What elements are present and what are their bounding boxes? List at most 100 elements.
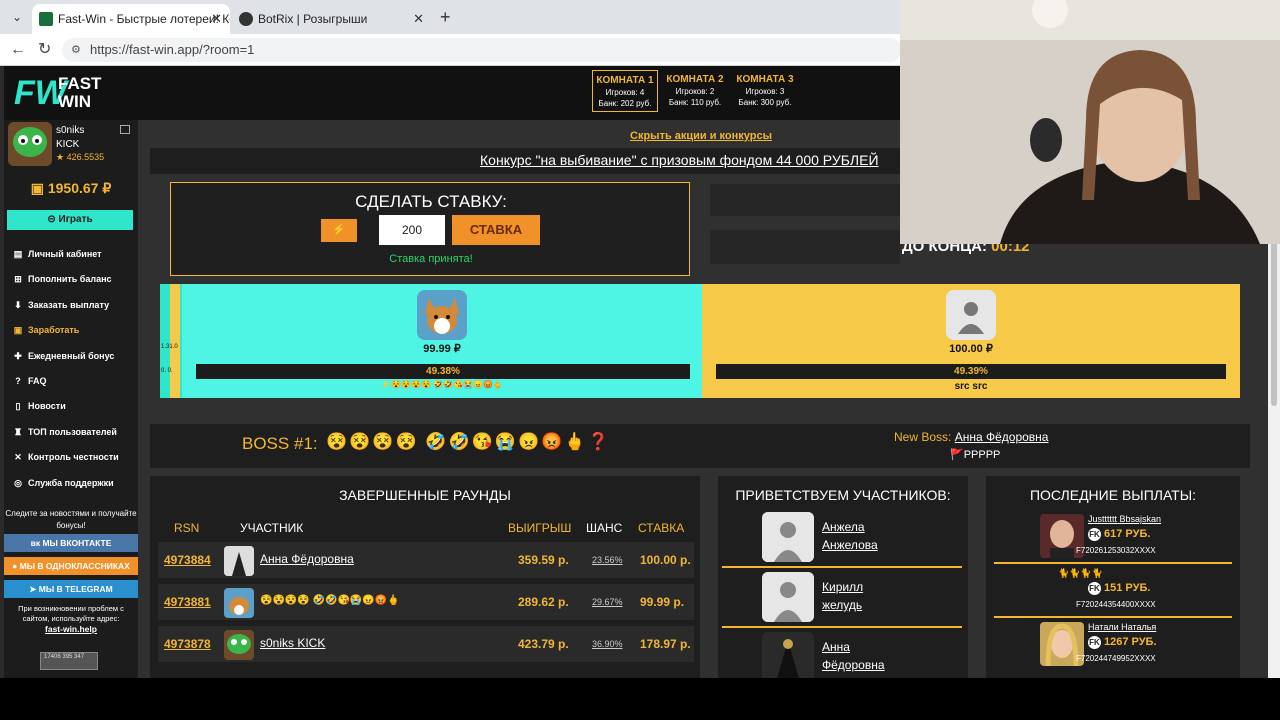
payout-icon: ⬇ (14, 299, 22, 310)
ok-button[interactable]: ● МЫ В ОДНОКЛАССНИКАХ (4, 557, 138, 575)
payout-name[interactable]: Justttttt Bbsajskan (1088, 514, 1161, 524)
corgi-avatar-image (224, 588, 254, 618)
col-rsn: RSN (174, 521, 200, 535)
site-info-icon[interactable]: ⚙ (71, 38, 81, 62)
finished-rounds-panel: ЗАВЕРШЕННЫЕ РАУНДЫ RSN УЧАСТНИК ВЫИГРЫШ … (150, 476, 700, 678)
female-avatar-image (762, 512, 814, 562)
sidebar-item-6[interactable]: ? FAQ (4, 369, 138, 394)
round-chance[interactable]: 23.56% (592, 555, 623, 565)
id-card-icon[interactable] (120, 125, 130, 134)
room-players: Игроков: 2 (675, 87, 715, 96)
support-icon: ◎ (14, 477, 22, 488)
sidebar-item-label: Контроль честности (28, 452, 119, 463)
user-name-line2: KICK (56, 139, 80, 150)
user-name[interactable]: s0niks KICK (56, 124, 84, 152)
new-boss-name[interactable]: Анна Фёдоровна (955, 430, 1049, 444)
play-label: Играть (58, 214, 93, 225)
close-tab-icon[interactable]: ✕ (211, 4, 222, 34)
welcome-user[interactable]: Анжела Анжелова (762, 512, 962, 562)
sidebar-item-4[interactable]: ▣ Заработать (4, 318, 138, 343)
divider (722, 626, 962, 628)
payouts-panel: ПОСЛЕДНИЕ ВЫПЛАТЫ: Justttttt Bbsajskan F… (986, 476, 1240, 678)
payout-name[interactable]: Натали Наталья (1088, 622, 1156, 632)
player-card[interactable]: 99.99 ₽ 49.38% ⚡😵😵😵😵 🤣🤣😘😭😠😡🖕 (182, 284, 702, 398)
table-row[interactable]: 4973884 Анна Фёдоровна 359.59 р. 23.56% … (158, 542, 694, 578)
quick-bet-button[interactable]: ⚡ (321, 219, 357, 242)
table-row[interactable]: 4973881 😵😵😵😵 🤣🤣😘😭😠😡🖕 289.62 р. 29.67% 99… (158, 584, 694, 620)
male-avatar-image (762, 572, 814, 622)
timer-block (710, 230, 900, 264)
room-2-tab[interactable]: КОМНАТА 2 Игроков: 2 Банк: 110 руб. (662, 70, 728, 112)
sidebar-item-7[interactable]: ▯ Новости (4, 394, 138, 419)
round-avatar (224, 546, 254, 576)
payout-amount: FK 151 РУБ. (1088, 582, 1150, 595)
close-tab-icon[interactable]: ✕ (413, 4, 424, 34)
sidebar-item-8[interactable]: ♜ ТОП пользователей (4, 420, 138, 445)
sidebar-item-10[interactable]: ◎ Служба поддержки (4, 471, 138, 496)
sidebar-item-2[interactable]: ⊞ Пополнить баланс (4, 267, 138, 292)
user-avatar[interactable] (8, 122, 52, 166)
sidebar-item-1[interactable]: ▤ Личный кабинет (4, 242, 138, 267)
play-button[interactable]: ⊝ Играть (7, 210, 133, 230)
table-row[interactable]: 4973878 s0niks KICK 423.79 р. 36.90% 178… (158, 626, 694, 662)
vk-icon: вк (30, 538, 43, 548)
round-player-name[interactable]: s0niks KICK (260, 636, 325, 650)
tab-fast-win[interactable]: Fast-Win - Быстрые лотереи! Ком ✕ (32, 4, 230, 34)
contest-link[interactable]: Конкурс "на выбивание" с призовым фондом… (480, 152, 879, 168)
telegram-button[interactable]: ➤ МЫ В TELEGRAM (4, 580, 138, 598)
round-chance[interactable]: 29.67% (592, 597, 623, 607)
vk-button[interactable]: вк МЫ ВКОНТАКТЕ (4, 534, 138, 552)
room-3-tab[interactable]: КОМНАТА 3 Игроков: 3 Банк: 300 руб. (732, 70, 798, 112)
sidebar-item-3[interactable]: ⬇ Заказать выплату (4, 293, 138, 318)
tab-botrix[interactable]: BotRix | Розыгрыши ✕ (232, 4, 432, 34)
corgi-avatar-image (417, 290, 467, 340)
visit-counter[interactable]: 17406 395 347 (40, 652, 98, 670)
col-player: УЧАСТНИК (240, 521, 304, 535)
reload-icon[interactable]: ↻ (38, 40, 51, 60)
round-player-name[interactable]: Анна Фёдоровна (260, 552, 354, 566)
player-chance-bar: 49.38% (196, 364, 690, 379)
round-id[interactable]: 4973884 (164, 553, 211, 567)
follow-text: Следите за новостями и получайте бонусы! (5, 509, 137, 530)
divider (722, 566, 962, 568)
fk-icon: FK (1088, 636, 1101, 649)
round-chance[interactable]: 36.90% (592, 639, 623, 649)
player-card[interactable]: 100.00 ₽ 49.39% src src (702, 284, 1240, 398)
help-link[interactable]: fast-win.help (45, 624, 97, 634)
sidebar: s0niks KICK ★ 426.5535 ▣ 1950.67 ₽ ⊝ Игр… (4, 120, 138, 678)
boss-title: BOSS #1: (242, 434, 318, 453)
welcome-name: Кирилл желудь (822, 578, 863, 614)
fastwin-favicon-icon (39, 12, 53, 26)
welcome-avatar (762, 632, 814, 678)
tab-list-chevron-icon[interactable]: ⌄ (6, 7, 28, 27)
col-chance: ШАНС (586, 521, 623, 535)
sidebar-item-5[interactable]: ✚ Ежедневный бонус (4, 344, 138, 369)
payout-name[interactable]: 🐈🐈🐈🐈 (1058, 568, 1103, 579)
ok-icon: ● (12, 561, 20, 571)
telegram-label: МЫ В TELEGRAM (38, 584, 113, 594)
place-bet-button[interactable]: СТАВКА (452, 215, 540, 245)
back-arrow-icon[interactable]: ← (10, 40, 26, 60)
welcome-user[interactable]: Кирилл желудь (762, 572, 962, 622)
sidebar-item-label: FAQ (28, 375, 47, 386)
room-1-tab[interactable]: КОМНАТА 1 Игроков: 4 Банк: 202 руб. (592, 70, 658, 112)
user-balance: ▣ 1950.67 ₽ (4, 180, 138, 197)
welcome-user[interactable]: Анна Фёдоровна (762, 632, 962, 678)
sidebar-menu: ▤ Личный кабинет ⊞ Пополнить баланс ⬇ Заказат… (4, 242, 138, 496)
hide-promo-link[interactable]: Скрыть акции и конкурсы (630, 130, 772, 142)
new-tab-plus-icon[interactable]: + (440, 6, 451, 28)
fastwin-logo[interactable]: FW FAST WIN (14, 72, 114, 114)
sidebar-item-9[interactable]: ✕ Контроль честности (4, 445, 138, 470)
payout-code: F72024435440​0XXXX (1076, 600, 1156, 609)
round-avatar (224, 588, 254, 618)
welcome-name-line1: Кирилл (822, 580, 864, 594)
bet-amount-input[interactable]: 200 (379, 215, 445, 245)
round-id[interactable]: 4973881 (164, 595, 211, 609)
rounds-title: ЗАВЕРШЕННЫЕ РАУНДЫ (339, 487, 511, 503)
round-id[interactable]: 4973878 (164, 637, 211, 651)
player-emotes: ⚡😵😵😵😵 🤣🤣😘😭😠😡🖕 (381, 380, 503, 389)
new-boss-label: New Boss: (894, 430, 952, 444)
url-text: https://fast-win.app/?room=1 (90, 42, 255, 57)
url-field[interactable]: ⚙ https://fast-win.app/?room=1 (62, 38, 902, 62)
lightning-icon: ⚡ (332, 224, 346, 236)
